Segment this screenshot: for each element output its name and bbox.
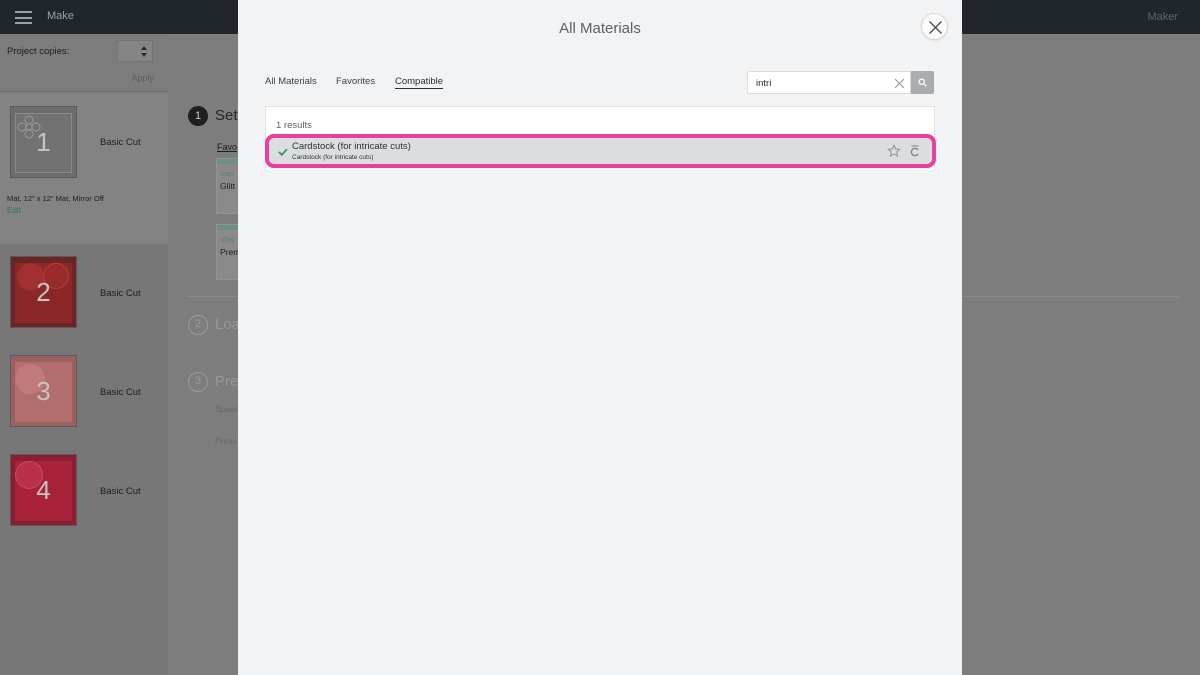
favorites-link-bg[interactable]: Favo (217, 142, 237, 152)
edit-material-icon[interactable] (909, 144, 921, 158)
project-copies-row: Project copies: Apply (0, 34, 168, 92)
menu-icon[interactable] (15, 11, 32, 24)
step-1-heading: Set (215, 107, 238, 124)
mat-sidebar: Project copies: Apply 1 Basic Cut Mat, 1… (0, 34, 168, 675)
material-card-value: Glitt (220, 181, 236, 191)
material-search-box[interactable] (747, 71, 911, 94)
close-button[interactable] (921, 13, 948, 40)
copies-stepper[interactable] (117, 40, 153, 62)
check-icon (278, 148, 288, 156)
stepper-down-icon[interactable] (141, 53, 147, 57)
clear-search-icon[interactable] (894, 78, 905, 89)
mat-number: 4 (36, 475, 51, 505)
tab-all-materials[interactable]: All Materials (265, 76, 317, 87)
app-title: Make (47, 10, 74, 22)
mat-settings-summary: Mat, 12" x 12" Mat, Mirror Off (7, 194, 104, 203)
stepper-up-icon[interactable] (141, 46, 147, 50)
mat-label: Basic Cut (100, 288, 141, 299)
material-card-kind: Viny (220, 235, 235, 244)
material-card-kind: Iron (220, 169, 233, 178)
mat-label: Basic Cut (100, 137, 141, 148)
tab-favorites[interactable]: Favorites (336, 76, 375, 87)
mat-number: 3 (36, 376, 51, 406)
modal-title: All Materials (559, 20, 641, 37)
mat-number: 2 (36, 277, 51, 307)
close-icon[interactable] (928, 20, 943, 35)
step-2-indicator: 2 (188, 315, 208, 335)
mat-preview-1: 1 (10, 106, 77, 178)
mat-number: 1 (36, 127, 51, 157)
apply-button[interactable]: Apply (131, 73, 154, 83)
step-1-indicator: 1 (188, 106, 208, 126)
mat-preview-3[interactable]: 3 (10, 355, 77, 427)
pressure-label: Press (215, 436, 237, 446)
machine-name[interactable]: Maker (1147, 11, 1178, 23)
project-copies-label: Project copies: (7, 46, 70, 57)
results-count: 1 results (276, 120, 312, 131)
mat-label: Basic Cut (100, 387, 141, 398)
search-input[interactable] (756, 76, 886, 90)
tab-compatible[interactable]: Compatible (395, 76, 444, 89)
speed-label: Speed (215, 404, 240, 414)
edit-mat-link[interactable]: Edit (7, 206, 21, 215)
material-card-bg-2[interactable]: Viny Prem (216, 224, 240, 280)
all-materials-modal: All Materials All Materials Favorites Co… (238, 0, 962, 675)
result-item-cardstock-intricate[interactable]: Cardstock (for intricate cuts) Cardstock… (265, 134, 936, 168)
step-2-heading: Loa (215, 316, 241, 333)
mat-item-1[interactable]: 1 Basic Cut (0, 93, 168, 244)
search-icon (918, 78, 927, 87)
mat-list: 2 Basic Cut 3 Basic Cut 4 Basic Cut (0, 244, 168, 675)
mat-preview-4[interactable]: 4 (10, 454, 77, 526)
search-button[interactable] (911, 71, 934, 94)
material-card-bg-1[interactable]: Iron Glitt (216, 158, 240, 214)
mat-label: Basic Cut (100, 486, 141, 497)
favorite-star-icon[interactable] (887, 144, 901, 158)
step-3-heading: Pre (215, 373, 239, 390)
step-3-indicator: 3 (188, 372, 208, 392)
result-subtitle: Cardstock (for intricate cuts) (292, 154, 374, 161)
mat-preview-2[interactable]: 2 (10, 256, 77, 328)
result-name: Cardstock (for intricate cuts) (292, 141, 411, 152)
material-card-value: Prem (220, 247, 241, 257)
